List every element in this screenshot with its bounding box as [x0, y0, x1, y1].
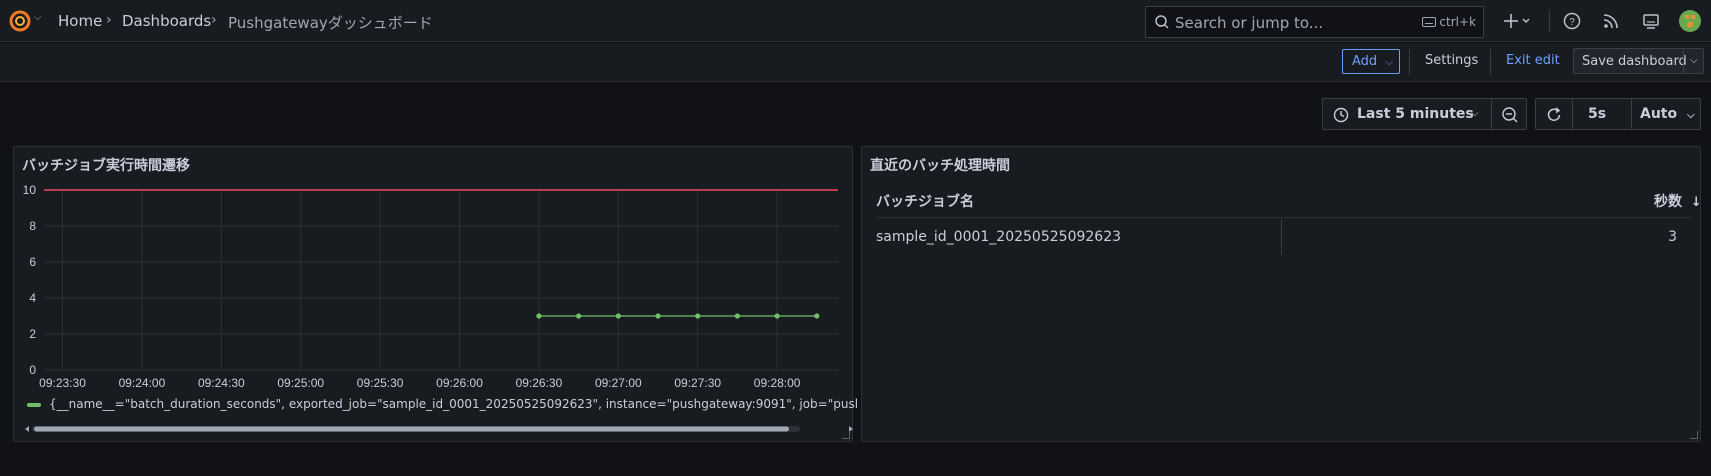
column-divider [1281, 219, 1282, 255]
breadcrumb-separator-icon: › [211, 12, 217, 28]
data-point [615, 313, 621, 319]
divider [1631, 99, 1632, 129]
svg-text:?: ? [1569, 17, 1575, 28]
refresh-picker: 5s Auto ⌵ [1535, 98, 1701, 130]
data-point [695, 313, 701, 319]
divider [1409, 49, 1410, 75]
cell-job-name: sample_id_0001_20250525092623 [876, 229, 1122, 245]
panel-resize-handle[interactable] [842, 431, 850, 439]
time-range-picker[interactable]: Last 5 minutes ⌵ [1322, 98, 1527, 130]
x-tick-label: 09:24:00 [119, 376, 166, 390]
divider [1491, 99, 1492, 129]
x-tick-label: 09:25:30 [357, 376, 404, 390]
y-tick-label: 6 [29, 255, 36, 269]
kiosk-icon[interactable] [1641, 11, 1661, 31]
chart-legend[interactable]: {__name__="batch_duration_seconds", expo… [27, 397, 857, 413]
add-button[interactable]: Add ⌵ [1342, 49, 1400, 74]
auto-label: Auto [1640, 106, 1678, 122]
auto-refresh-dropdown[interactable]: Auto ⌵ [1640, 106, 1695, 122]
save-dashboard-button[interactable]: Save dashboard ⌵ [1573, 48, 1704, 74]
y-tick-label: 10 [23, 183, 37, 197]
x-tick-label: 09:27:30 [674, 376, 721, 390]
chevron-down-icon: ⌵ [1687, 110, 1695, 121]
divider [1572, 99, 1573, 129]
timeseries-chart[interactable]: 0 2 4 6 8 10 09:23:30 09:24:00 09:24:30 09:25:00 0… [14, 147, 854, 397]
y-tick-label: 4 [29, 291, 36, 305]
table-row: sample_id_0001_20250525092623 3 [876, 219, 1691, 255]
x-tick-label: 09:24:30 [198, 376, 245, 390]
avatar[interactable] [1678, 9, 1702, 33]
keyboard-icon [1421, 17, 1436, 27]
breadcrumb-separator-icon: › [106, 12, 112, 28]
search-icon [1155, 15, 1169, 29]
data-point [655, 313, 661, 319]
search-placeholder: Search or jump to... [1175, 14, 1324, 32]
zoom-out-icon[interactable] [1501, 106, 1519, 124]
x-tick-label: 09:26:30 [516, 376, 563, 390]
search-input[interactable]: Search or jump to... ctrl+k [1145, 6, 1484, 38]
y-tick-label: 0 [29, 363, 36, 377]
clock-icon [1333, 107, 1349, 123]
horizontal-scrollbar[interactable] [24, 425, 854, 433]
panel-resize-handle[interactable] [1690, 431, 1698, 439]
grafana-logo-icon[interactable] [8, 9, 32, 33]
data-point [536, 313, 542, 319]
cell-seconds: 3 [1668, 229, 1677, 245]
save-label: Save dashboard [1582, 54, 1687, 69]
legend-label: {__name__="batch_duration_seconds", expo… [49, 397, 857, 411]
chevron-down-icon: ⌵ [1385, 57, 1393, 68]
breadcrumb-dashboards[interactable]: Dashboards [122, 12, 211, 30]
column-header-seconds[interactable]: 秒数 ↓ [1654, 191, 1702, 211]
x-tick-label: 09:25:00 [277, 376, 324, 390]
y-tick-label: 8 [29, 219, 36, 233]
divider [1683, 49, 1684, 73]
refresh-interval-label[interactable]: 5s [1588, 106, 1606, 122]
panel-title[interactable]: 直近のバッチ処理時間 [870, 155, 1010, 175]
refresh-icon[interactable] [1545, 106, 1563, 124]
time-range-label: Last 5 minutes [1357, 106, 1474, 122]
column-header-job-name[interactable]: バッチジョブ名 [876, 191, 974, 211]
news-rss-icon[interactable] [1601, 11, 1621, 31]
legend-swatch [27, 402, 41, 407]
settings-button[interactable]: Settings [1425, 53, 1478, 68]
breadcrumb-current: Pushgatewayダッシュボード [228, 14, 433, 32]
table-panel[interactable]: 直近のバッチ処理時間 バッチジョブ名 秒数 ↓ sample_id_0001_2… [861, 146, 1702, 442]
breadcrumb-home[interactable]: Home [58, 12, 102, 30]
data-point [734, 313, 741, 319]
data-point [576, 313, 582, 319]
add-label: Add [1352, 54, 1378, 69]
data-point [774, 313, 780, 319]
chevron-down-icon[interactable]: ⌵ [1690, 55, 1698, 66]
help-icon[interactable]: ? [1562, 11, 1582, 31]
chevron-down-icon[interactable]: ⌵ [34, 12, 42, 23]
shortcut-label: ctrl+k [1439, 15, 1476, 29]
table-header: バッチジョブ名 秒数 ↓ [876, 191, 1702, 218]
timeseries-panel[interactable]: バッチジョブ実行時間遷移 0 2 4 6 8 10 09:23:30 09:24:00 09:2… [13, 146, 857, 442]
x-tick-label: 09:26:00 [436, 376, 483, 390]
search-shortcut: ctrl+k [1421, 15, 1476, 29]
exit-edit-button[interactable]: Exit edit [1506, 53, 1560, 68]
divider [1490, 49, 1491, 75]
dashboard-toolbar: Add ⌵ Settings Exit edit Save dashboard … [0, 43, 1711, 82]
plus-icon[interactable] [1503, 11, 1533, 31]
y-tick-label: 2 [29, 327, 36, 341]
data-point [814, 313, 820, 319]
top-navbar: ⌵ Home › Dashboards › Pushgatewayダッシュボード… [0, 0, 1711, 42]
chevron-down-icon: ⌵ [1471, 108, 1479, 119]
x-tick-label: 09:23:30 [39, 376, 86, 390]
column-header-seconds-label: 秒数 [1654, 194, 1682, 210]
sort-desc-icon: ↓ [1690, 195, 1702, 210]
x-tick-label: 09:28:00 [754, 376, 801, 390]
x-tick-label: 09:27:00 [595, 376, 642, 390]
divider [1549, 10, 1550, 32]
